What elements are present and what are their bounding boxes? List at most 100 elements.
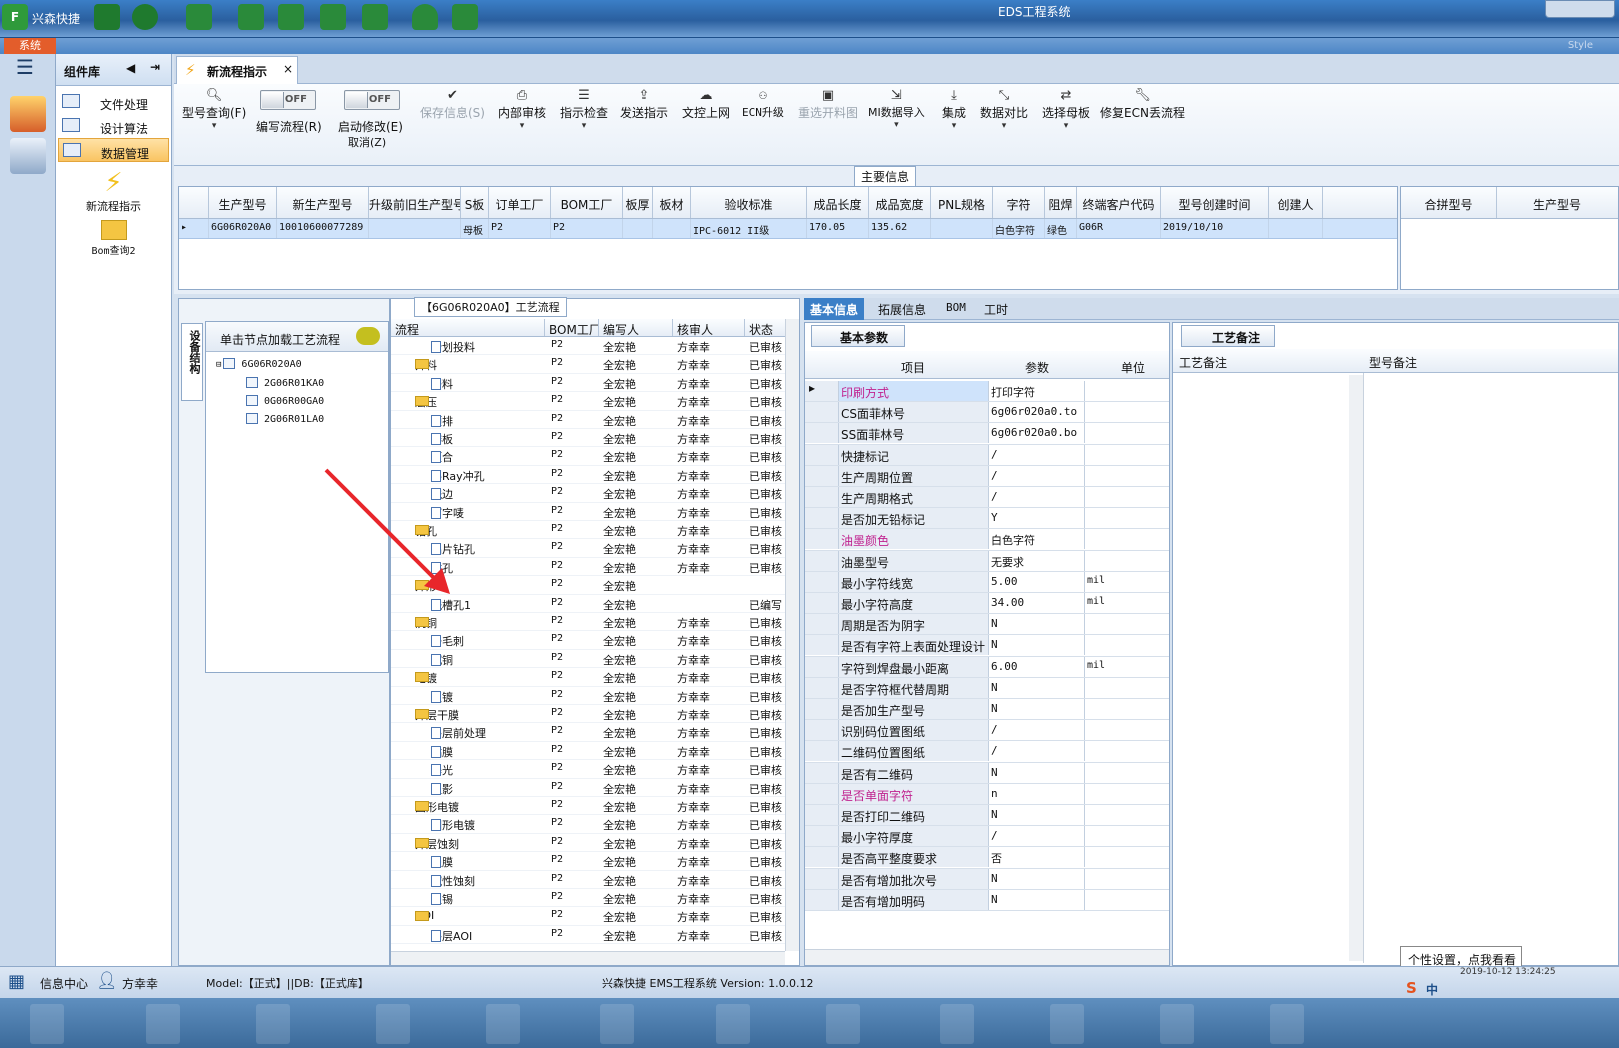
tool-new-flow[interactable]: ⚡ 新流程指示 [56,168,171,214]
param-row[interactable]: 快捷标记 / [805,444,1169,466]
cell[interactable]: 6G06R020A0 [209,219,277,238]
process-row[interactable]: 沉铜 P2 全宏艳 方幸幸 已审核 [391,650,785,669]
column-header[interactable]: 终端客户代码 [1077,187,1161,218]
process-row[interactable]: 退锡 P2 全宏艳 方幸幸 已审核 [391,889,785,908]
film-quick-icon[interactable] [278,4,304,30]
repair-ecn-button[interactable]: 🔧︎ 修复ECN丢流程 [1100,88,1185,121]
side-tab-structure[interactable]: 设备结构 [181,323,203,401]
tab-extended-info[interactable]: 拓展信息 [872,298,932,320]
column-header[interactable]: 阻焊 [1045,187,1077,218]
yx-factory-icon[interactable] [10,96,46,132]
taskbar-app-icon[interactable] [256,1004,290,1044]
column-header[interactable]: 生产型号 [1497,187,1617,218]
param-value[interactable]: / [989,826,1085,847]
vertical-scrollbar[interactable] [785,319,799,951]
param-row[interactable]: SS面菲林号 6g06r020a0.bo [805,423,1169,445]
process-row[interactable]: 曝光 P2 全宏艳 方幸幸 已审核 [391,760,785,779]
taskbar-app-icon[interactable] [600,1004,634,1044]
horizontal-scrollbar[interactable] [391,951,785,965]
tool-bom-query[interactable]: Bom查询2 [56,220,171,257]
param-row[interactable]: 周期是否为阴字 N [805,614,1169,636]
column-header[interactable]: 板材 [653,187,691,218]
process-row[interactable]: −AOI P2 全宏艳 方幸幸 已审核 [391,907,785,926]
process-row[interactable]: −电镀 P2 全宏艳 方幸幸 已审核 [391,668,785,687]
instruction-check-button[interactable]: ☰ 指示检查 ▾ [560,88,608,131]
process-row[interactable]: −层压 P2 全宏艳 方幸幸 已审核 [391,392,785,411]
reselect-drawing-button[interactable]: ▣ 重选开料图 [798,88,858,121]
process-row[interactable]: X-Ray冲孔 P2 全宏艳 方幸幸 已审核 [391,466,785,485]
param-value[interactable]: / [989,465,1085,486]
basic-params-tab[interactable]: 基本参数 [811,325,905,347]
process-row[interactable]: 外层AOI P2 全宏艳 方幸幸 已审核 [391,926,785,945]
write-flow-toggle[interactable]: OFF [260,90,316,110]
cell[interactable]: 135.62 [869,219,931,238]
taskbar-app-icon[interactable] [30,1004,64,1044]
integrate-button[interactable]: ⤓ 集成 ▾ [942,88,966,131]
calculator-icon[interactable] [10,138,46,174]
cell[interactable] [369,219,461,238]
column-header[interactable]: 生产型号 [209,187,277,218]
main-info-data-row[interactable]: ▸ 6G06R020A0 10010600077289 母板 P2 P2 IPC-6012 … [179,219,1397,239]
taskbar-app-icon[interactable] [940,1004,974,1044]
cell[interactable]: 白色字符 [993,219,1045,238]
param-row[interactable]: 是否单面字符 n [805,783,1169,805]
taskbar-app-icon[interactable] [1270,1004,1304,1044]
tab-new-flow[interactable]: ⚡ 新流程指示 × [176,56,298,84]
param-value[interactable]: N [989,614,1085,635]
cell[interactable] [653,219,691,238]
param-value[interactable]: 打印字符 [989,381,1085,401]
process-row[interactable]: 板镀 P2 全宏艳 方幸幸 已审核 [391,687,785,705]
process-row[interactable]: 压合 P2 全宏艳 方幸幸 已审核 [391,447,785,466]
close-icon[interactable]: × [283,62,293,76]
tab-basic-info[interactable]: 基本信息 [804,298,865,320]
column-header[interactable]: 字符 [993,187,1045,218]
cell[interactable]: 10010600077289 [277,219,369,238]
process-row[interactable]: 预排 P2 全宏艳 方幸幸 已审核 [391,411,785,429]
tree-child-node[interactable]: 0G06R00GA0 [246,395,324,407]
tab-bom[interactable]: BOM [940,298,972,320]
column-header[interactable]: BOM工厂 [551,187,623,218]
process-row[interactable]: 排板 P2 全宏艳 方幸幸 已审核 [391,429,785,448]
param-row[interactable]: CS面菲林号 6g06r020a0.to [805,402,1169,424]
column-header[interactable]: 型号创建时间 [1161,187,1269,218]
tree-child-node[interactable]: 2G06R01KA0 [246,377,324,389]
param-value[interactable]: 6.00 [989,656,1085,677]
column-header[interactable]: 板厚 [623,187,653,218]
param-value[interactable]: 6g06r020a0.bo [989,423,1085,444]
internal-review-button[interactable]: ⎙ 内部审核 ▾ [498,88,546,131]
ecn-upgrade-button[interactable]: ⚇ ECN升级 [742,88,784,120]
column-header[interactable]: 项目 [901,359,925,376]
process-row[interactable]: −外层干膜 P2 全宏艳 方幸幸 已审核 [391,705,785,724]
process-row[interactable]: 外层前处理 P2 全宏艳 方幸幸 已审核 [391,723,785,742]
tab-work-hours[interactable]: 工时 [978,298,1014,320]
param-row[interactable]: 最小字符厚度 / [805,826,1169,848]
vertical-scrollbar[interactable] [1349,375,1363,961]
process-row[interactable]: −外层蚀刻 P2 全宏艳 方幸幸 已审核 [391,834,785,853]
mountain-quick-icon[interactable] [452,4,478,30]
param-value[interactable]: 否 [989,847,1085,868]
column-header[interactable]: 核审人 [673,319,745,336]
process-row[interactable]: 铣边 P2 全宏艳 方幸幸 已审核 [391,484,785,503]
param-row[interactable]: ▸ 印刷方式 打印字符 [805,381,1169,403]
taskbar-app-icon[interactable] [486,1004,520,1044]
process-row[interactable]: −外形1 P2 全宏艳 [391,576,785,595]
process-row[interactable]: 打字唛 P2 全宏艳 方幸幸 已审核 [391,503,785,521]
taskbar-app-icon[interactable] [1160,1004,1194,1044]
cell[interactable] [1269,219,1323,238]
cell[interactable] [623,219,653,238]
hamburger-menu-icon[interactable]: ☰ [16,57,38,77]
param-row[interactable]: 油墨型号 无要求 [805,550,1169,572]
pin-panel-icon[interactable]: ⇥ [150,60,160,74]
system-menu-button[interactable]: 系统 [4,38,56,54]
send-instruction-button[interactable]: ⇪ 发送指示 [620,88,668,121]
param-row[interactable]: 是否有增加明码 N [805,889,1169,911]
column-header[interactable]: S板 [461,187,489,218]
cell[interactable]: 绿色 [1045,219,1077,238]
process-row[interactable]: 退膜 P2 全宏艳 方幸幸 已审核 [391,852,785,871]
column-header[interactable]: 工艺备注 [1179,354,1227,371]
column-header[interactable]: PNL规格 [931,187,993,218]
component-item-file[interactable]: 文件处理 [58,90,169,114]
scissors-quick-icon[interactable] [238,4,264,30]
style-menu[interactable]: Style [1568,40,1593,51]
column-header[interactable]: 合拼型号 [1401,187,1497,218]
